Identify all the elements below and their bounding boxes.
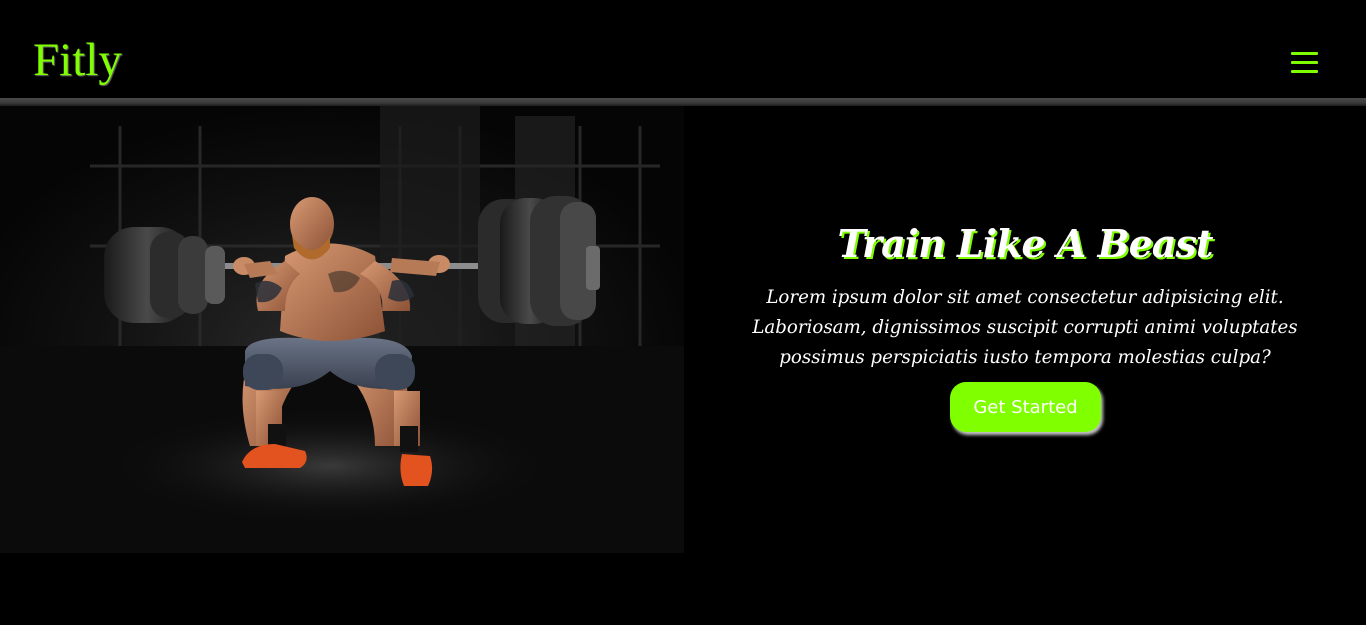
hero-image-weightlifter xyxy=(0,106,684,553)
hero-description: Lorem ipsum dolor sit amet consectetur a… xyxy=(752,287,1298,368)
get-started-button[interactable]: Get Started xyxy=(950,382,1101,432)
navbar-divider xyxy=(0,98,1366,106)
navbar: Fitly xyxy=(0,0,1366,98)
brand-logo[interactable]: Fitly xyxy=(33,32,122,88)
hamburger-menu-icon[interactable] xyxy=(1290,47,1320,76)
hero-title: Train Like A Beast xyxy=(837,221,1214,266)
